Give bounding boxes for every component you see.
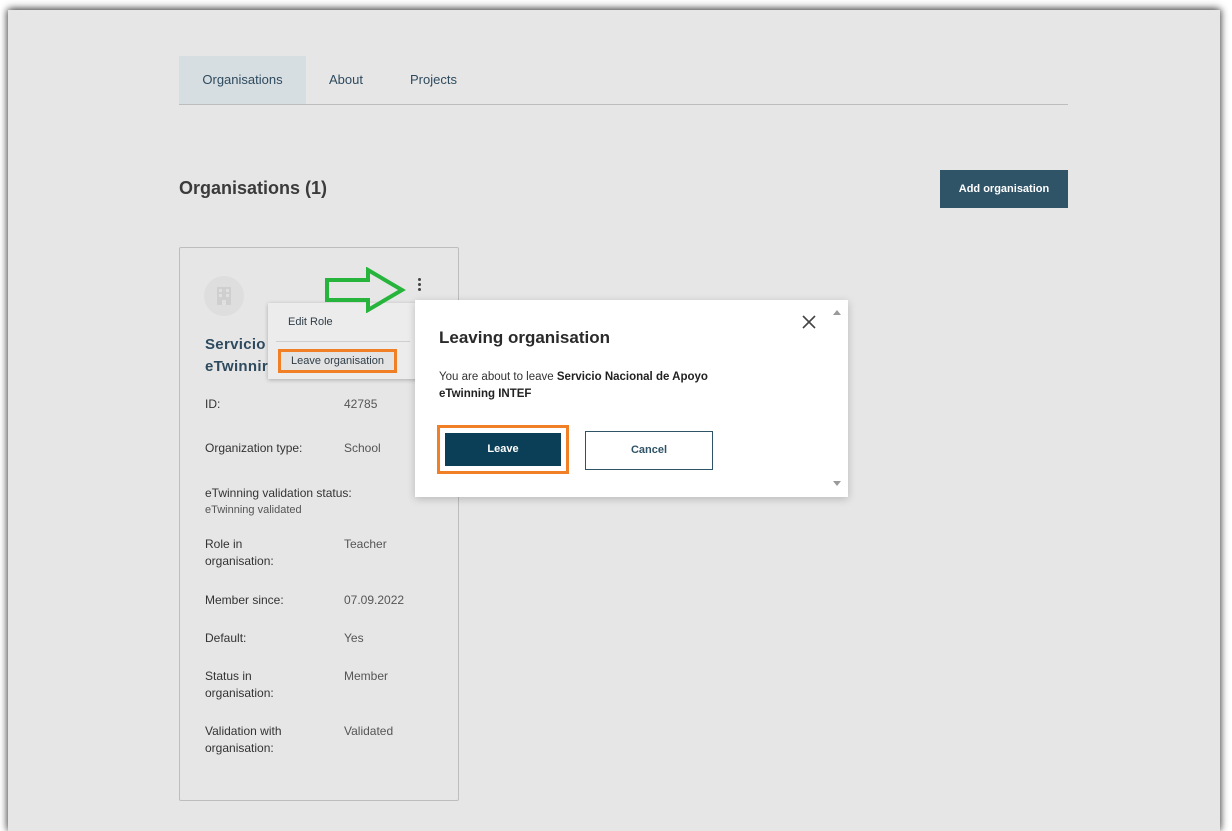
dialog-title: Leaving organisation [439,328,610,347]
default-value: Yes [344,631,364,645]
building-icon [204,276,244,316]
leave-button[interactable]: Leave [445,433,561,466]
validation-status-label: eTwinning validation status: [205,486,352,500]
cancel-button[interactable]: Cancel [585,431,713,470]
leave-organisation-dialog: Leaving organisation You are about to le… [415,300,848,497]
validation-label-line2: organisation: [205,741,274,755]
status-label-line1: Status in [205,669,252,683]
kebab-menu-icon[interactable] [416,278,424,296]
validation-status-value: eTwinning validated [205,504,302,516]
dialog-message: You are about to leave Servicio Nacional… [439,369,769,403]
tab-projects[interactable]: Projects [410,56,457,104]
role-label-line2: organisation: [205,554,274,568]
validation-value: Validated [344,724,394,738]
leave-organisation-menu-item[interactable]: Leave organisation [278,349,397,373]
scroll-down-arrow-icon[interactable] [833,481,841,486]
tab-organisations[interactable]: Organisations [179,56,306,104]
dialog-org-name-line2: eTwinning INTEF [439,388,532,400]
member-since-value: 07.09.2022 [344,593,405,607]
member-since-label: Member since: [205,593,284,607]
validation-label-line1: Validation with [205,724,282,738]
add-organisation-button[interactable]: Add organisation [940,170,1068,208]
status-value: Member [344,669,389,683]
org-type-label: Organization type: [205,441,303,455]
dialog-org-name-line1: Servicio Nacional de Apoyo [556,371,708,383]
role-value: Teacher [344,537,387,551]
close-icon[interactable] [799,312,819,332]
page-frame: Organisations About Projects Organisatio… [8,10,1220,831]
card-action-menu: Edit Role Leave organisation [268,303,418,379]
role-label-line1: Role in [205,537,243,551]
org-type-value: School [344,441,381,455]
leave-button-highlight: Leave [437,425,569,474]
edit-role-menu-item[interactable]: Edit Role [288,316,333,328]
arrow-right-icon [325,267,406,313]
id-label: ID: [205,397,221,411]
id-value: 42785 [344,397,378,411]
default-label: Default: [205,631,247,645]
menu-divider [276,341,410,342]
status-label-line2: organisation: [205,686,274,700]
section-title: Organisations (1) [179,178,328,198]
dialog-message-prefix: You are about to leave [439,371,557,383]
tab-bar: Organisations About Projects [179,56,1068,105]
tab-about[interactable]: About [329,56,363,104]
scroll-up-arrow-icon[interactable] [833,310,841,315]
